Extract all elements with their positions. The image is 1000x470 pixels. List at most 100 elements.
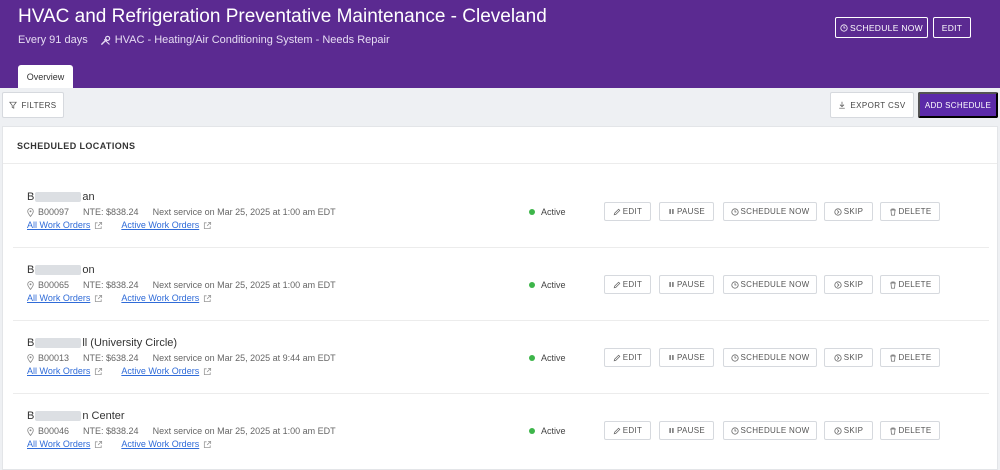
external-link-icon[interactable] bbox=[94, 294, 103, 303]
next-service-text: Next service on Mar 25, 2025 at 1:00 am … bbox=[152, 280, 336, 290]
all-work-orders-link[interactable]: All Work Orders bbox=[27, 366, 90, 376]
schedule-summary: Every 91 days HVAC - Heating/Air Conditi… bbox=[18, 34, 390, 46]
edit-button[interactable]: EDIT bbox=[604, 202, 651, 221]
wrench-icon bbox=[100, 35, 110, 45]
status-dot bbox=[529, 282, 535, 288]
delete-button[interactable]: DELETE bbox=[880, 348, 940, 367]
location-name: Bll (University Circle) bbox=[27, 337, 178, 349]
delete-button[interactable]: DELETE bbox=[880, 421, 940, 440]
active-work-orders-link[interactable]: Active Work Orders bbox=[121, 439, 199, 449]
pause-button[interactable]: PAUSE bbox=[659, 275, 714, 294]
edit-button[interactable]: EDIT bbox=[604, 421, 651, 440]
external-link-icon[interactable] bbox=[203, 367, 212, 376]
trash-icon bbox=[889, 208, 896, 216]
all-work-orders-link[interactable]: All Work Orders bbox=[27, 293, 90, 303]
trash-icon bbox=[889, 354, 896, 362]
skip-button[interactable]: SKIP bbox=[824, 348, 873, 367]
skip-button[interactable]: SKIP bbox=[824, 202, 873, 221]
frequency-text: Every 91 days bbox=[18, 34, 88, 46]
status-text: Active bbox=[541, 353, 566, 363]
location-pin-icon bbox=[27, 353, 34, 363]
location-pin-icon bbox=[27, 280, 34, 290]
clock-icon bbox=[730, 426, 739, 435]
edit-header-button[interactable]: EDIT bbox=[933, 17, 971, 38]
active-work-orders-link[interactable]: Active Work Orders bbox=[121, 220, 199, 230]
next-service-text: Next service on Mar 25, 2025 at 1:00 am … bbox=[152, 426, 336, 436]
skip-icon bbox=[834, 426, 842, 435]
download-icon bbox=[839, 101, 846, 109]
asset-type-text: HVAC - Heating/Air Conditioning System -… bbox=[114, 34, 390, 46]
location-code: B00065 bbox=[38, 280, 70, 290]
work-order-links: All Work Orders Active Work Orders bbox=[27, 366, 230, 376]
pause-icon bbox=[669, 209, 674, 214]
filter-icon bbox=[9, 101, 18, 109]
location-row: Bll (University Circle) B00013 NTE: $638… bbox=[13, 321, 989, 394]
clock-icon bbox=[840, 23, 848, 32]
location-meta: B00097 NTE: $838.24 Next service on Mar … bbox=[27, 207, 336, 217]
active-work-orders-link[interactable]: Active Work Orders bbox=[121, 366, 199, 376]
skip-button[interactable]: SKIP bbox=[824, 421, 873, 440]
edit-button[interactable]: EDIT bbox=[604, 275, 651, 294]
nte-amount: NTE: $838.24 bbox=[83, 280, 139, 290]
status-dot bbox=[529, 209, 535, 215]
schedule-now-button[interactable]: SCHEDULE NOW bbox=[723, 421, 817, 440]
schedule-now-header-button[interactable]: SCHEDULE NOW bbox=[835, 17, 928, 38]
trash-icon bbox=[889, 427, 896, 435]
next-service-text: Next service on Mar 25, 2025 at 9:44 am … bbox=[152, 353, 336, 363]
external-link-icon[interactable] bbox=[94, 367, 103, 376]
all-work-orders-link[interactable]: All Work Orders bbox=[27, 439, 90, 449]
location-name: Bon bbox=[27, 264, 95, 276]
pause-button[interactable]: PAUSE bbox=[659, 421, 714, 440]
location-meta: B00065 NTE: $838.24 Next service on Mar … bbox=[27, 280, 336, 290]
delete-button[interactable]: DELETE bbox=[880, 202, 940, 221]
status-dot bbox=[529, 428, 535, 434]
filters-button[interactable]: FILTERS bbox=[2, 92, 64, 118]
status-badge: Active bbox=[529, 353, 566, 363]
pause-button[interactable]: PAUSE bbox=[659, 202, 714, 221]
external-link-icon[interactable] bbox=[203, 294, 212, 303]
status-text: Active bbox=[541, 280, 566, 290]
location-pin-icon bbox=[27, 426, 34, 436]
schedule-now-button[interactable]: SCHEDULE NOW bbox=[723, 348, 817, 367]
pencil-icon bbox=[613, 208, 621, 215]
edit-button[interactable]: EDIT bbox=[604, 348, 651, 367]
tab-overview[interactable]: Overview bbox=[18, 65, 73, 88]
external-link-icon[interactable] bbox=[94, 221, 103, 230]
pause-button[interactable]: PAUSE bbox=[659, 348, 714, 367]
delete-button[interactable]: DELETE bbox=[880, 275, 940, 294]
location-row: Ban B00097 NTE: $838.24 Next service on … bbox=[13, 175, 989, 248]
redacted-text bbox=[35, 411, 82, 422]
pencil-icon bbox=[613, 281, 621, 288]
location-pin-icon bbox=[27, 207, 34, 217]
skip-icon bbox=[834, 280, 842, 289]
redacted-text bbox=[35, 338, 82, 349]
page-title: HVAC and Refrigeration Preventative Main… bbox=[18, 6, 547, 27]
location-row: Bon B00065 NTE: $838.24 Next service on … bbox=[13, 248, 989, 321]
schedule-now-button[interactable]: SCHEDULE NOW bbox=[723, 275, 817, 294]
clock-icon bbox=[730, 280, 739, 289]
skip-icon bbox=[834, 207, 842, 216]
add-schedule-button[interactable]: ADD SCHEDULE bbox=[918, 92, 998, 118]
redacted-text bbox=[35, 265, 82, 276]
status-text: Active bbox=[541, 426, 566, 436]
external-link-icon[interactable] bbox=[203, 440, 212, 449]
pause-icon bbox=[669, 428, 674, 433]
all-work-orders-link[interactable]: All Work Orders bbox=[27, 220, 90, 230]
skip-icon bbox=[834, 353, 842, 362]
location-code: B00013 bbox=[38, 353, 70, 363]
nte-amount: NTE: $638.24 bbox=[83, 353, 139, 363]
pause-icon bbox=[669, 355, 674, 360]
status-badge: Active bbox=[529, 207, 566, 217]
schedule-now-button[interactable]: SCHEDULE NOW bbox=[723, 202, 817, 221]
status-text: Active bbox=[541, 207, 566, 217]
nte-amount: NTE: $838.24 bbox=[83, 426, 139, 436]
skip-button[interactable]: SKIP bbox=[824, 275, 873, 294]
external-link-icon[interactable] bbox=[203, 221, 212, 230]
active-work-orders-link[interactable]: Active Work Orders bbox=[121, 293, 199, 303]
external-link-icon[interactable] bbox=[94, 440, 103, 449]
export-csv-button[interactable]: EXPORT CSV bbox=[830, 92, 914, 118]
pause-icon bbox=[669, 282, 674, 287]
section-title: SCHEDULED LOCATIONS bbox=[17, 141, 136, 151]
pencil-icon bbox=[613, 427, 621, 434]
nte-amount: NTE: $838.24 bbox=[83, 207, 139, 217]
